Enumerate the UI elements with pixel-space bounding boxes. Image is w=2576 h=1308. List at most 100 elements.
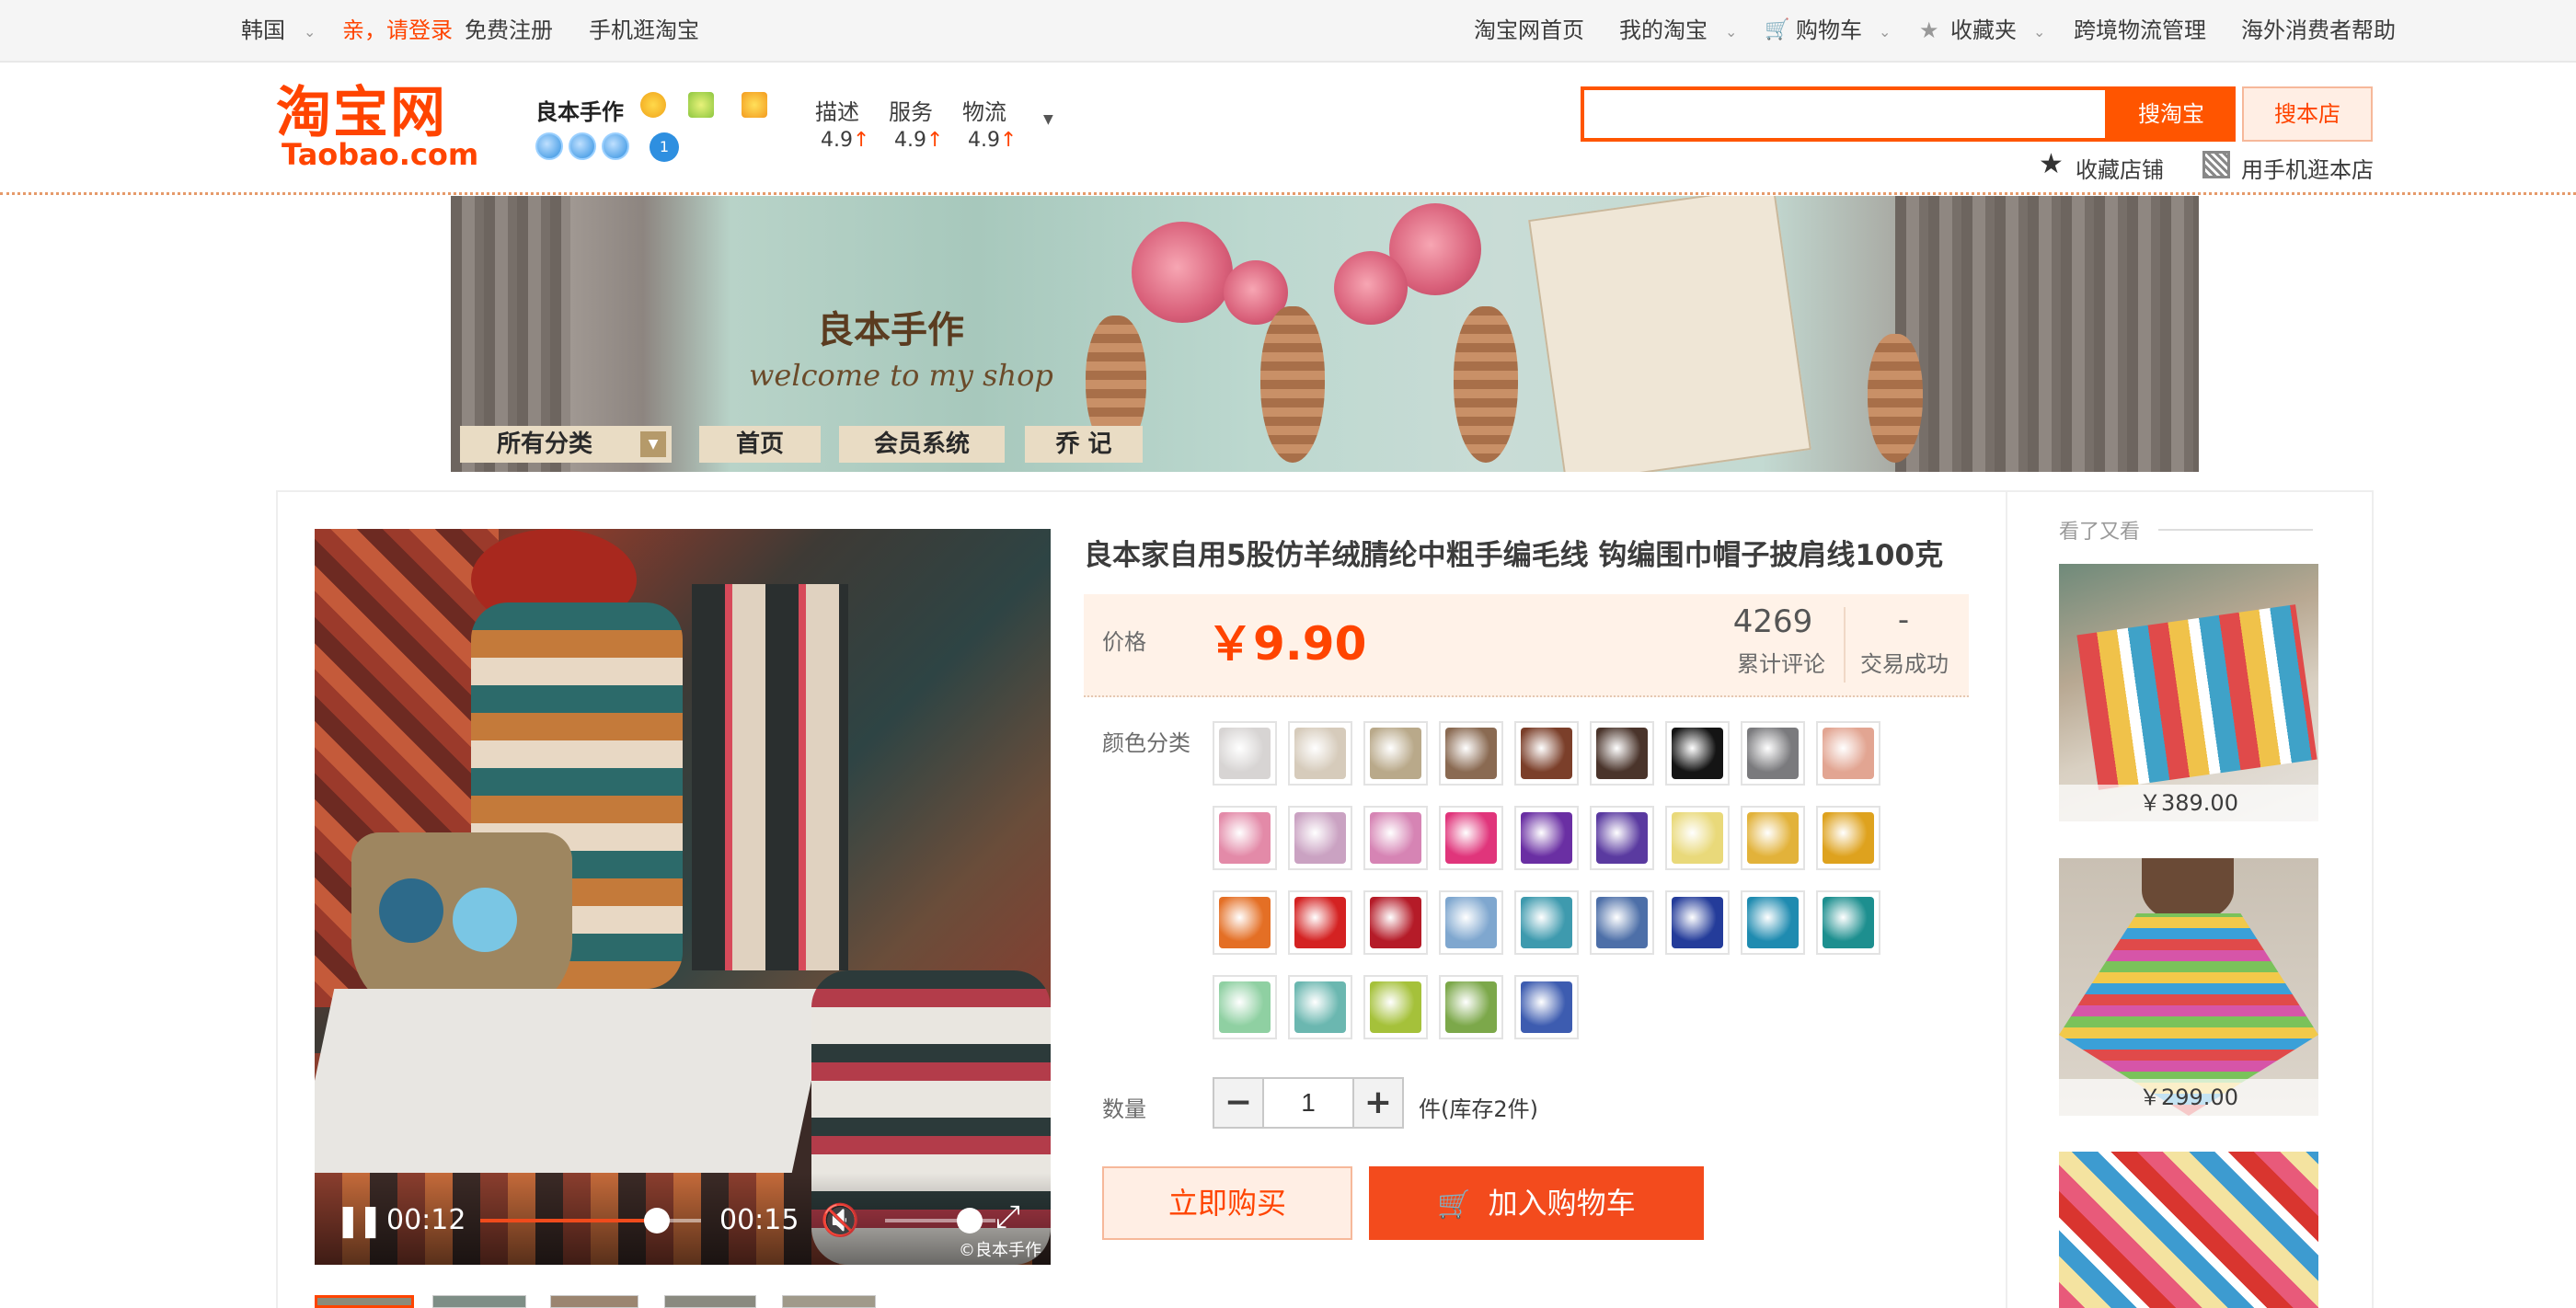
mute-icon[interactable]: 🔇 bbox=[821, 1202, 859, 1239]
my-taobao-link[interactable]: 我的淘宝 bbox=[1619, 17, 1708, 44]
yarn-swatch-image bbox=[1370, 728, 1421, 779]
search-shop-button[interactable]: 搜本店 bbox=[2242, 86, 2373, 142]
yarn-swatch-image bbox=[1672, 812, 1723, 864]
thumbnail[interactable] bbox=[550, 1295, 638, 1308]
search-input[interactable] bbox=[1581, 86, 2109, 142]
thumbnail[interactable] bbox=[782, 1295, 876, 1308]
nav-home[interactable]: 首页 bbox=[699, 426, 821, 463]
thumbnail[interactable] bbox=[664, 1295, 756, 1308]
help-link[interactable]: 海外消费者帮助 bbox=[2241, 17, 2396, 44]
color-swatch[interactable] bbox=[1741, 806, 1805, 870]
chevron-down-icon[interactable]: ⌄ bbox=[1879, 18, 1891, 46]
color-swatch[interactable] bbox=[1213, 890, 1277, 955]
logistics-link[interactable]: 跨境物流管理 bbox=[2074, 17, 2206, 44]
pause-icon[interactable]: ❚❚ bbox=[335, 1202, 384, 1239]
color-swatch[interactable] bbox=[1363, 806, 1428, 870]
price-value: ￥9.90 bbox=[1207, 617, 1367, 671]
nav-membership[interactable]: 会员系统 bbox=[839, 426, 1005, 463]
color-swatch[interactable] bbox=[1816, 806, 1880, 870]
qr-code-icon[interactable] bbox=[2202, 151, 2230, 178]
color-swatch[interactable] bbox=[1363, 975, 1428, 1039]
color-swatch[interactable] bbox=[1213, 721, 1277, 786]
recommend-price: ￥389.00 bbox=[2059, 785, 2318, 821]
yarn-swatch-image bbox=[1219, 728, 1271, 779]
buy-now-button[interactable]: 立即购买 bbox=[1102, 1166, 1352, 1240]
cart-icon[interactable]: 🛒 bbox=[1765, 17, 1789, 44]
rose-decoration bbox=[1334, 251, 1408, 325]
star-icon[interactable]: ★ bbox=[2039, 151, 2064, 178]
yarn-swatch-image bbox=[1294, 897, 1346, 948]
thumbnail[interactable] bbox=[432, 1295, 526, 1308]
increase-button[interactable]: + bbox=[1352, 1077, 1404, 1129]
reviews-label[interactable]: 累计评论 bbox=[1737, 646, 1825, 678]
color-swatch[interactable] bbox=[1665, 890, 1730, 955]
caret-down-icon[interactable]: ▼ bbox=[1043, 112, 1053, 127]
yarn-swatch-image bbox=[1219, 812, 1271, 864]
add-to-cart-button[interactable]: 🛒 加入购物车 bbox=[1369, 1166, 1704, 1240]
rating-label: 服务 bbox=[889, 99, 933, 125]
nav-qiaoji[interactable]: 乔 记 bbox=[1025, 426, 1143, 463]
taobao-home-link[interactable]: 淘宝网首页 bbox=[1474, 17, 1584, 44]
yarn-swatch-image bbox=[1747, 728, 1799, 779]
white-tablecloth bbox=[315, 989, 832, 1173]
chevron-down-icon[interactable]: ⌄ bbox=[1725, 18, 1737, 46]
search-taobao-button[interactable]: 搜淘宝 bbox=[2107, 86, 2236, 142]
color-swatch[interactable] bbox=[1213, 806, 1277, 870]
color-swatch[interactable] bbox=[1665, 806, 1730, 870]
region-selector[interactable]: 韩国 bbox=[241, 17, 285, 44]
yarn-swatch-image bbox=[1823, 728, 1874, 779]
yarn-swatch-image bbox=[1521, 728, 1572, 779]
login-link[interactable]: 亲，请登录 bbox=[342, 17, 453, 44]
thumbnail[interactable] bbox=[315, 1295, 414, 1308]
yarn-ball bbox=[453, 888, 517, 952]
fullscreen-icon[interactable]: ⤢ bbox=[995, 1199, 1020, 1235]
color-swatch[interactable] bbox=[1514, 721, 1579, 786]
collect-shop-link[interactable]: 收藏店铺 bbox=[2076, 152, 2164, 184]
arrow-up-icon: ↑ bbox=[853, 129, 870, 152]
recommend-item[interactable] bbox=[2059, 1152, 2318, 1308]
color-swatch[interactable] bbox=[1590, 806, 1654, 870]
color-swatch[interactable] bbox=[1741, 890, 1805, 955]
color-swatch[interactable] bbox=[1741, 721, 1805, 786]
color-swatch[interactable] bbox=[1665, 721, 1730, 786]
volume-handle[interactable] bbox=[957, 1208, 983, 1233]
color-swatch[interactable] bbox=[1816, 721, 1880, 786]
color-swatch[interactable] bbox=[1514, 806, 1579, 870]
star-icon[interactable]: ★ bbox=[1919, 17, 1939, 44]
decrease-button[interactable]: − bbox=[1213, 1077, 1264, 1129]
progress-handle[interactable] bbox=[644, 1208, 670, 1233]
mobile-shop-link[interactable]: 用手机逛本店 bbox=[2241, 152, 2374, 184]
color-swatch[interactable] bbox=[1439, 721, 1503, 786]
chevron-down-icon[interactable]: ⌄ bbox=[304, 18, 316, 46]
quantity-input[interactable] bbox=[1262, 1077, 1354, 1129]
color-swatch[interactable] bbox=[1213, 975, 1277, 1039]
shop-name[interactable]: 良本手作 bbox=[535, 94, 624, 126]
color-swatch[interactable] bbox=[1439, 890, 1503, 955]
blanket-image bbox=[2076, 604, 2317, 790]
color-swatch[interactable] bbox=[1363, 721, 1428, 786]
recommend-item[interactable]: ￥299.00 bbox=[2059, 858, 2318, 1116]
register-link[interactable]: 免费注册 bbox=[465, 17, 553, 44]
favorites-link[interactable]: 收藏夹 bbox=[1950, 17, 2017, 44]
chevron-down-icon[interactable]: ⌄ bbox=[2033, 18, 2045, 46]
taobao-logo[interactable]: 淘宝网 Taobao.com bbox=[276, 83, 478, 171]
banner-title: 良本手作 bbox=[817, 308, 964, 351]
color-swatch[interactable] bbox=[1439, 806, 1503, 870]
color-swatch[interactable] bbox=[1439, 975, 1503, 1039]
color-swatch[interactable] bbox=[1363, 890, 1428, 955]
color-swatch[interactable] bbox=[1514, 890, 1579, 955]
color-swatch[interactable] bbox=[1288, 890, 1352, 955]
color-swatch[interactable] bbox=[1816, 890, 1880, 955]
hair-image bbox=[2142, 858, 2234, 923]
nav-all-categories[interactable]: 所有分类 ▼ bbox=[460, 426, 672, 463]
recommend-item[interactable]: ￥389.00 bbox=[2059, 564, 2318, 821]
product-video[interactable]: ❚❚ 00:12 00:15 🔇 ⤢ ©良本手作 bbox=[315, 529, 1051, 1265]
cart-link[interactable]: 购物车 bbox=[1796, 17, 1862, 44]
mobile-taobao-link[interactable]: 手机逛淘宝 bbox=[589, 17, 699, 44]
color-swatch[interactable] bbox=[1288, 975, 1352, 1039]
color-swatch[interactable] bbox=[1590, 721, 1654, 786]
color-swatch[interactable] bbox=[1590, 890, 1654, 955]
color-swatch[interactable] bbox=[1514, 975, 1579, 1039]
color-swatch[interactable] bbox=[1288, 721, 1352, 786]
color-swatch[interactable] bbox=[1288, 806, 1352, 870]
